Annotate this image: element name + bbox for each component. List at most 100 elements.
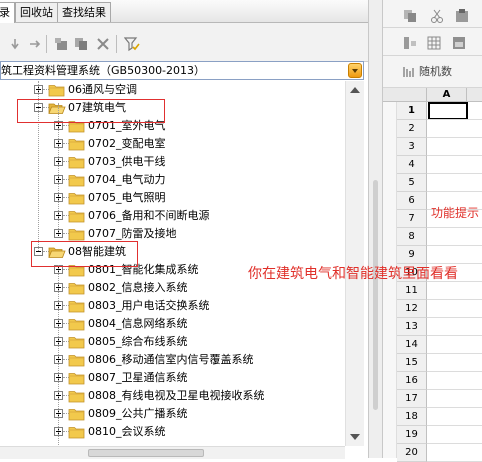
- tree-item[interactable]: 0705_电气照明: [0, 189, 356, 207]
- folder-icon: [68, 137, 86, 151]
- tree-item[interactable]: 0707_防雷及接地: [0, 225, 356, 243]
- column-header-a[interactable]: A: [427, 88, 467, 102]
- row-header[interactable]: 20: [397, 444, 427, 462]
- tree-item-label: 08智能建筑: [68, 245, 126, 258]
- folder-icon: [68, 209, 86, 223]
- folder-icon: [68, 335, 86, 349]
- folder-icon: [68, 407, 86, 421]
- row-header[interactable]: 1: [397, 102, 427, 120]
- tree-item[interactable]: 0706_备用和不间断电源: [0, 207, 356, 225]
- tree-item-label: 0701_室外电气: [88, 119, 166, 132]
- copy-icon[interactable]: [72, 35, 90, 53]
- row-header[interactable]: 12: [397, 300, 427, 318]
- row-header[interactable]: 7: [397, 210, 427, 228]
- select-all-corner[interactable]: [383, 88, 427, 102]
- tree-item[interactable]: 06通风与空调: [0, 81, 356, 99]
- folder-icon: [68, 299, 86, 313]
- scroll-up-icon[interactable]: [350, 87, 360, 93]
- splitter-grip[interactable]: [373, 180, 378, 410]
- grid-icon[interactable]: [427, 36, 441, 50]
- grid-line: [427, 191, 482, 192]
- row-header[interactable]: 14: [397, 336, 427, 354]
- row-header[interactable]: 19: [397, 426, 427, 444]
- chevron-down-icon[interactable]: [348, 63, 362, 78]
- table-icon[interactable]: [452, 36, 466, 50]
- folder-icon: [68, 119, 86, 133]
- row-header[interactable]: 6: [397, 192, 427, 210]
- toolbar-divider: [46, 35, 47, 53]
- random-icon[interactable]: [402, 65, 416, 79]
- tree-item[interactable]: 0704_电气动力: [0, 171, 356, 189]
- folder-icon: [68, 173, 86, 187]
- tree-item-label: 0808_有线电视及卫星电视接收系统: [88, 389, 265, 402]
- row-header[interactable]: 3: [397, 138, 427, 156]
- folder-icon: [68, 155, 86, 169]
- tree-item-label: 0703_供电干线: [88, 155, 166, 168]
- row-header[interactable]: 17: [397, 390, 427, 408]
- cut-icon[interactable]: [430, 9, 444, 23]
- folder-icon: [68, 353, 86, 367]
- arrow-right-icon[interactable]: [26, 35, 44, 53]
- folder-icon: [68, 281, 86, 295]
- tree-item[interactable]: 0804_信息网络系统: [0, 315, 356, 333]
- tree-item[interactable]: 0703_供电干线: [0, 153, 356, 171]
- tree-item[interactable]: 0805_综合布线系统: [0, 333, 356, 351]
- row-header[interactable]: 13: [397, 318, 427, 336]
- copy-icon[interactable]: [403, 9, 417, 23]
- row-header[interactable]: 9: [397, 246, 427, 264]
- row-header[interactable]: 16: [397, 372, 427, 390]
- tree-item[interactable]: 0806_移动通信室内信号覆盖系统: [0, 351, 356, 369]
- tree-item[interactable]: 0808_有线电视及卫星电视接收系统: [0, 387, 356, 405]
- insert-column-icon[interactable]: [403, 36, 417, 50]
- tree-item-label: 06通风与空调: [68, 83, 137, 96]
- new-item-icon[interactable]: [52, 35, 70, 53]
- grid-line: [427, 425, 482, 426]
- tab-bar: 录 回收站 查找结果: [0, 0, 368, 23]
- tab-catalog-label: 录: [0, 6, 10, 19]
- tree-item[interactable]: 0809_公共广播系统: [0, 405, 356, 423]
- random-number-button[interactable]: 随机数: [419, 64, 452, 80]
- folder-icon: [68, 425, 86, 439]
- project-select-value: 筑工程资料管理系统（GB50300-2013）: [1, 64, 206, 77]
- row-header[interactable]: 2: [397, 120, 427, 138]
- tree-item[interactable]: 0810_会议系统: [0, 423, 356, 441]
- scroll-down-icon[interactable]: [350, 434, 360, 440]
- folder-icon: [48, 83, 66, 97]
- tree-item-label: 0805_综合布线系统: [88, 335, 188, 348]
- row-header[interactable]: 15: [397, 354, 427, 372]
- folder-icon: [68, 263, 86, 277]
- tree-horizontal-scrollbar[interactable]: [0, 446, 345, 459]
- grid-line: [427, 371, 482, 372]
- tree-item[interactable]: 0701_室外电气: [0, 117, 356, 135]
- tree-item[interactable]: 0803_用户电话交换系统: [0, 297, 356, 315]
- folder-icon: [68, 389, 86, 403]
- row-header[interactable]: 11: [397, 282, 427, 300]
- project-select[interactable]: 筑工程资料管理系统（GB50300-2013）: [0, 61, 364, 80]
- horizontal-scroll-thumb[interactable]: [88, 449, 204, 457]
- selected-cell-a1[interactable]: [428, 102, 468, 120]
- delete-icon[interactable]: [94, 35, 112, 53]
- filter-check-icon[interactable]: [123, 35, 141, 53]
- tab-recycle-bin[interactable]: 回收站: [15, 2, 58, 22]
- row-header[interactable]: 4: [397, 156, 427, 174]
- panel-splitter[interactable]: [368, 0, 383, 458]
- row-header[interactable]: 8: [397, 228, 427, 246]
- tree-item[interactable]: 0807_卫星通信系统: [0, 369, 356, 387]
- tree-item[interactable]: 0702_变配电室: [0, 135, 356, 153]
- tab-catalog[interactable]: 录: [0, 2, 15, 23]
- grid-line: [427, 173, 482, 174]
- tree-item-label: 07建筑电气: [68, 101, 126, 114]
- column-header-next[interactable]: [467, 88, 482, 102]
- tree-item-label: 0801_智能化集成系统: [88, 263, 199, 276]
- move-down-icon[interactable]: [6, 35, 24, 53]
- tab-search-results[interactable]: 查找结果: [57, 2, 111, 22]
- tree-item[interactable]: 08智能建筑: [0, 243, 356, 261]
- tree-item[interactable]: 07建筑电气: [0, 99, 356, 117]
- row-header[interactable]: 5: [397, 174, 427, 192]
- grid-line: [427, 317, 482, 318]
- row-header[interactable]: 18: [397, 408, 427, 426]
- paste-icon[interactable]: [455, 9, 469, 23]
- tree-item-label: 0810_会议系统: [88, 425, 166, 438]
- tree-guide-line: [58, 265, 59, 446]
- right-toolbar-3: 随机数: [383, 56, 482, 88]
